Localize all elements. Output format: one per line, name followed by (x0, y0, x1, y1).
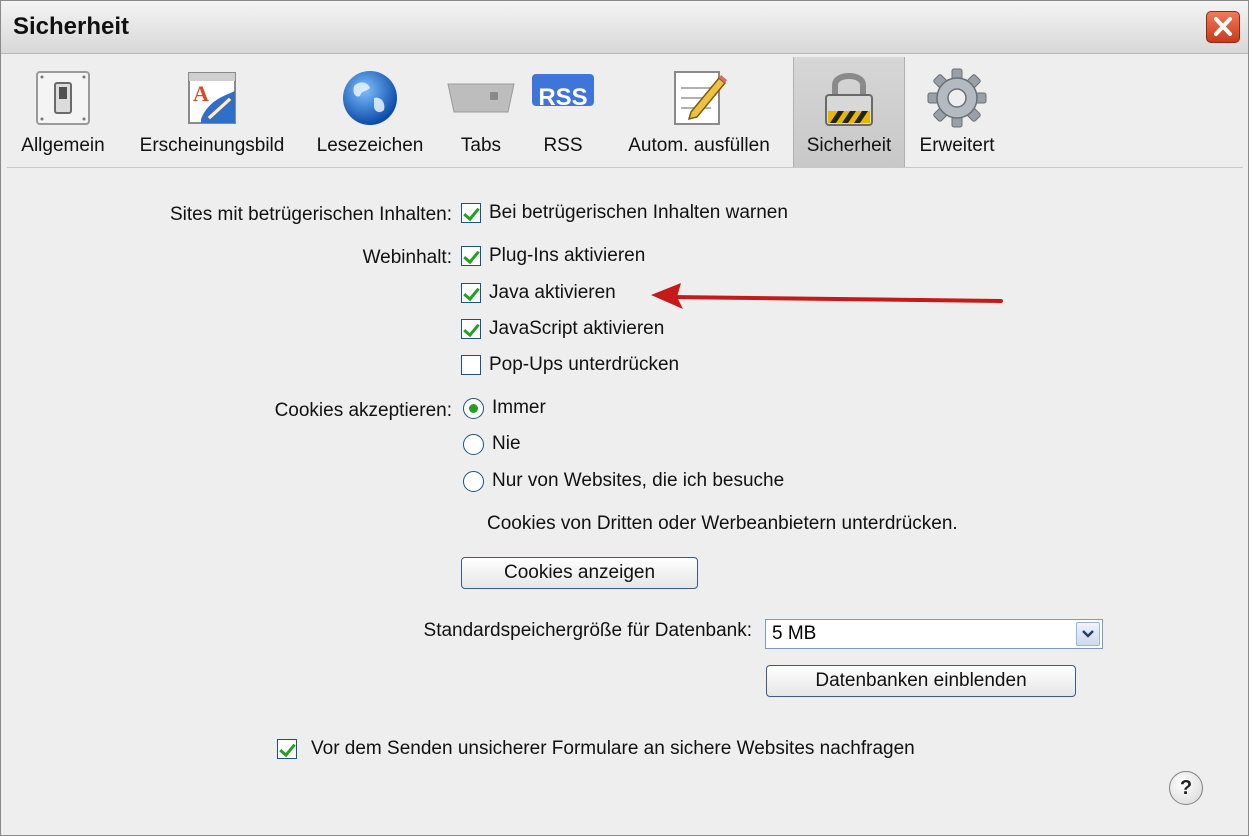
tab-label: Lesezeichen (316, 135, 424, 156)
gear-icon (927, 68, 987, 128)
preferences-window: Sicherheit Allgemein A Erscheinungsbild … (0, 0, 1249, 836)
cookies-never-radio[interactable]: Nie (463, 433, 521, 455)
checkbox-box[interactable] (461, 246, 481, 266)
database-size-select[interactable]: 5 MB (765, 619, 1103, 649)
tab-rss[interactable]: RSS RSS (527, 57, 599, 167)
option-label: Pop-Ups unterdrücken (489, 354, 680, 375)
insecure-forms-checkbox[interactable]: Vor dem Senden unsicherer Formulare an s… (277, 738, 915, 760)
tab-label: Allgemein (21, 135, 105, 156)
tab-erweitert[interactable]: Erweitert (907, 57, 1007, 167)
preferences-toolbar: Allgemein A Erscheinungsbild Lesezeichen… (7, 57, 1243, 168)
fraud-warn-checkbox[interactable]: Bei betrügerischen Inhalten warnen (461, 202, 788, 224)
checkbox-box[interactable] (461, 355, 481, 375)
tab-label: Tabs (460, 135, 502, 156)
tab-autom-ausfuellen[interactable]: Autom. ausfüllen (611, 57, 787, 167)
tab-sicherheit[interactable]: Sicherheit (793, 57, 905, 167)
option-label: JavaScript aktivieren (489, 318, 665, 339)
tab-label: RSS (543, 135, 583, 156)
checkbox-box[interactable] (461, 203, 481, 223)
switch-icon (36, 71, 90, 125)
radio-circle[interactable] (463, 470, 484, 492)
close-icon (1214, 17, 1232, 36)
tab-tabs[interactable]: Tabs (445, 57, 517, 167)
chevron-down-icon (1082, 630, 1094, 638)
option-label: Plug-Ins aktivieren (489, 245, 646, 266)
option-label: Immer (492, 397, 546, 418)
option-label: Nie (492, 433, 521, 454)
tab-erscheinungsbild[interactable]: A Erscheinungsbild (127, 57, 297, 167)
show-databases-button[interactable]: Datenbanken einblenden (766, 665, 1076, 697)
window-title: Sicherheit (13, 13, 130, 40)
database-size-label: Standardspeichergröße für Datenbank: (423, 620, 752, 641)
globe-icon (343, 71, 397, 125)
rss-badge-text: RSS (538, 84, 588, 111)
select-value: 5 MB (772, 623, 817, 644)
tabs-icon (447, 83, 515, 113)
dropdown-arrow[interactable] (1076, 622, 1100, 646)
fraud-label: Sites mit betrügerischen Inhalten: (170, 204, 452, 225)
tab-label: Erscheinungsbild (139, 135, 285, 156)
cookies-note: Cookies von Dritten oder Werbeanbietern … (487, 513, 958, 534)
checkbox-box[interactable] (461, 319, 481, 339)
option-label: Bei betrügerischen Inhalten warnen (489, 202, 788, 223)
title-bar: Sicherheit (1, 1, 1248, 54)
cookies-visited-radio[interactable]: Nur von Websites, die ich besuche (463, 470, 784, 492)
appearance-icon: A (188, 72, 236, 124)
tab-label: Erweitert (919, 135, 995, 156)
checkbox-box[interactable] (277, 739, 297, 759)
cookies-always-radio[interactable]: Immer (463, 397, 546, 419)
security-pane: Sites mit betrügerischen Inhalten: Bei b… (1, 167, 1248, 835)
lock-icon (825, 73, 873, 126)
option-label: Vor dem Senden unsicherer Formulare an s… (311, 738, 915, 759)
popups-checkbox[interactable]: Pop-Ups unterdrücken (461, 354, 679, 376)
cookies-label: Cookies akzeptieren: (274, 400, 452, 421)
checkbox-box[interactable] (461, 283, 481, 303)
tab-allgemein[interactable]: Allgemein (13, 57, 113, 167)
close-button[interactable] (1206, 11, 1240, 43)
radio-circle[interactable] (463, 397, 484, 419)
option-label: Java aktivieren (489, 282, 616, 303)
javascript-checkbox[interactable]: JavaScript aktivieren (461, 318, 664, 340)
help-button[interactable]: ? (1169, 771, 1203, 805)
svg-text:A: A (193, 81, 209, 106)
tab-lesezeichen[interactable]: Lesezeichen (305, 57, 435, 167)
radio-circle[interactable] (463, 433, 484, 455)
tab-label: Autom. ausfüllen (628, 135, 770, 156)
option-label: Nur von Websites, die ich besuche (492, 470, 785, 491)
webcontent-label: Webinhalt: (362, 247, 452, 268)
pencil-form-icon (674, 71, 727, 125)
tab-label: Sicherheit (806, 135, 892, 156)
show-cookies-button[interactable]: Cookies anzeigen (461, 557, 698, 589)
java-checkbox[interactable]: Java aktivieren (461, 282, 616, 304)
plugins-checkbox[interactable]: Plug-Ins aktivieren (461, 245, 645, 267)
red-arrow-annotation (651, 283, 1003, 309)
